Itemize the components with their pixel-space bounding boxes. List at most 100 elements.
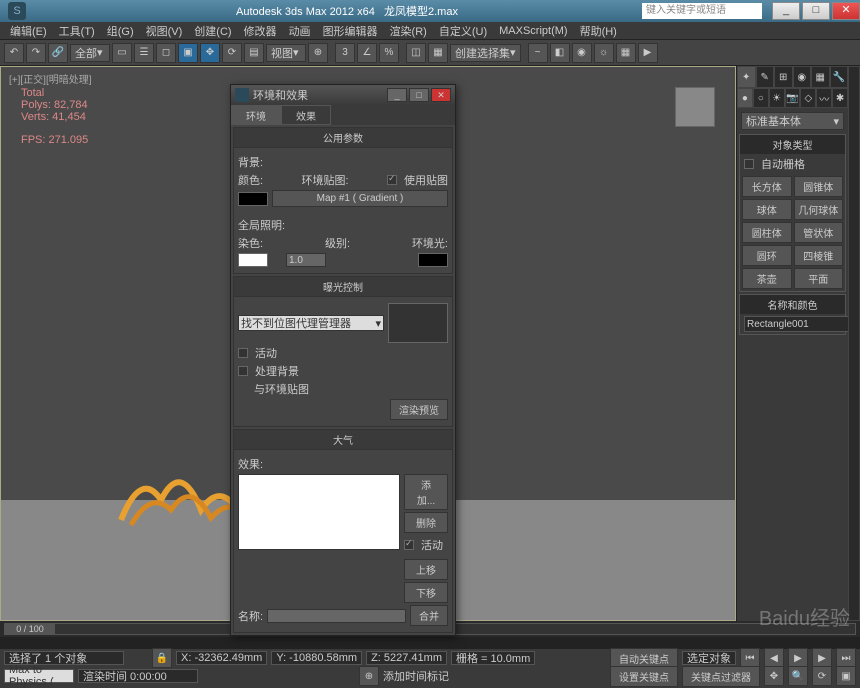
envmap-button[interactable]: Map #1 ( Gradient ) bbox=[272, 190, 448, 207]
geometry-icon[interactable]: ● bbox=[737, 88, 753, 108]
mirror-icon[interactable]: ◫ bbox=[406, 43, 426, 63]
helpers-icon[interactable]: ◇ bbox=[800, 88, 816, 108]
menu-group[interactable]: 组(G) bbox=[101, 23, 140, 39]
autogrid-checkbox[interactable] bbox=[744, 159, 754, 169]
select-scale-icon[interactable]: ▤ bbox=[244, 43, 264, 63]
envlight-color-swatch[interactable] bbox=[418, 253, 448, 267]
exposure-active-checkbox[interactable] bbox=[238, 348, 248, 358]
effects-tab[interactable]: 效果 bbox=[281, 105, 331, 125]
merge-button[interactable]: 合并 bbox=[410, 605, 448, 626]
timetag-label[interactable]: 添加时间标记 bbox=[383, 668, 449, 684]
box-button[interactable]: 长方体 bbox=[742, 176, 792, 197]
exposure-header[interactable]: 曝光控制 bbox=[234, 277, 452, 297]
curve-editor-icon[interactable]: ~ bbox=[528, 43, 548, 63]
close-button[interactable]: ✕ bbox=[832, 2, 860, 20]
select-icon[interactable]: ▭ bbox=[112, 43, 132, 63]
play-next-icon[interactable]: ▶ bbox=[812, 648, 832, 668]
dialog-minimize-button[interactable]: _ bbox=[387, 88, 407, 102]
select-rect-icon[interactable]: ◻ bbox=[156, 43, 176, 63]
render-setup-icon[interactable]: ☼ bbox=[594, 43, 614, 63]
menu-render[interactable]: 渲染(R) bbox=[384, 23, 433, 39]
selection-filter-dropdown[interactable]: 全部 ▾ bbox=[70, 44, 110, 62]
plane-button[interactable]: 平面 bbox=[794, 268, 844, 289]
motion-tab-icon[interactable]: ◉ bbox=[793, 66, 812, 88]
maximize-button[interactable]: □ bbox=[802, 2, 830, 20]
systems-icon[interactable]: ✱ bbox=[832, 88, 848, 108]
render-production-icon[interactable]: ▶ bbox=[638, 43, 658, 63]
pyramid-button[interactable]: 四棱锥 bbox=[794, 245, 844, 266]
selected-obj-mode[interactable]: 选定对象 bbox=[682, 651, 736, 665]
coord-x[interactable]: X: -32362.49mm bbox=[176, 651, 267, 665]
select-rotate-icon[interactable]: ⟳ bbox=[222, 43, 242, 63]
align-icon[interactable]: ▦ bbox=[428, 43, 448, 63]
coord-z[interactable]: Z: 5227.41mm bbox=[366, 651, 447, 665]
menu-animation[interactable]: 动画 bbox=[283, 23, 317, 39]
bg-color-swatch[interactable] bbox=[238, 192, 268, 206]
menu-maxscript[interactable]: MAXScript(M) bbox=[493, 25, 573, 37]
menu-modifiers[interactable]: 修改器 bbox=[238, 23, 283, 39]
atmos-active-checkbox[interactable] bbox=[404, 540, 414, 550]
tube-button[interactable]: 管状体 bbox=[794, 222, 844, 243]
window-crossing-icon[interactable]: ▣ bbox=[178, 43, 198, 63]
display-tab-icon[interactable]: ▦ bbox=[811, 66, 830, 88]
snap-icon[interactable]: 3 bbox=[335, 43, 355, 63]
geosphere-button[interactable]: 几何球体 bbox=[794, 199, 844, 220]
render-preview-button[interactable]: 渲染预览 bbox=[390, 399, 448, 420]
utilities-tab-icon[interactable]: 🔧 bbox=[830, 66, 849, 88]
help-search-input[interactable]: 键入关键字或短语 bbox=[642, 3, 762, 19]
nav-max-icon[interactable]: ▣ bbox=[836, 666, 856, 686]
tint-color-swatch[interactable] bbox=[238, 253, 268, 267]
cmdpanel-scrollbar[interactable] bbox=[848, 66, 860, 621]
atmos-name-input[interactable] bbox=[267, 609, 406, 623]
atmos-header[interactable]: 大气 bbox=[234, 430, 452, 450]
sphere-button[interactable]: 球体 bbox=[742, 199, 792, 220]
torus-button[interactable]: 圆环 bbox=[742, 245, 792, 266]
refcoord-dropdown[interactable]: 视图 ▾ bbox=[266, 44, 306, 62]
delete-effect-button[interactable]: 删除 bbox=[404, 512, 448, 533]
setkey-button[interactable]: 设置关键点 bbox=[610, 666, 678, 687]
object-name-input[interactable] bbox=[744, 316, 860, 332]
material-editor-icon[interactable]: ◉ bbox=[572, 43, 592, 63]
play-prev-icon[interactable]: ◀ bbox=[764, 648, 784, 668]
keyfilter-button[interactable]: 关键点过滤器 bbox=[682, 666, 760, 687]
nav-orbit-icon[interactable]: ⟳ bbox=[812, 666, 832, 686]
hierarchy-tab-icon[interactable]: ⊞ bbox=[774, 66, 793, 88]
menu-create[interactable]: 创建(C) bbox=[188, 23, 237, 39]
viewport-label[interactable]: [+][正交][明暗处理] bbox=[9, 71, 92, 86]
move-up-button[interactable]: 上移 bbox=[404, 559, 448, 580]
play-icon[interactable]: ▶ bbox=[788, 648, 808, 668]
play-end-icon[interactable]: ⏭ bbox=[836, 648, 856, 668]
lights-icon[interactable]: ☀ bbox=[769, 88, 785, 108]
add-effect-button[interactable]: 添加... bbox=[404, 474, 448, 510]
menu-customize[interactable]: 自定义(U) bbox=[433, 23, 493, 39]
level-input[interactable] bbox=[286, 253, 326, 267]
minimize-button[interactable]: _ bbox=[772, 2, 800, 20]
link-icon[interactable]: 🔗 bbox=[48, 43, 68, 63]
coord-y[interactable]: Y: -10880.58mm bbox=[271, 651, 362, 665]
cone-button[interactable]: 圆锥体 bbox=[794, 176, 844, 197]
object-type-header[interactable]: 对象类型 bbox=[740, 135, 845, 154]
percent-snap-icon[interactable]: % bbox=[379, 43, 399, 63]
schematic-icon[interactable]: ◧ bbox=[550, 43, 570, 63]
common-params-header[interactable]: 公用参数 bbox=[234, 128, 452, 148]
move-down-button[interactable]: 下移 bbox=[404, 582, 448, 603]
named-selection-dropdown[interactable]: 创建选择集 ▾ bbox=[450, 44, 521, 62]
select-move-icon[interactable]: ✥ bbox=[200, 43, 220, 63]
menu-edit[interactable]: 编辑(E) bbox=[4, 23, 53, 39]
menu-view[interactable]: 视图(V) bbox=[140, 23, 189, 39]
usemap-checkbox[interactable] bbox=[387, 175, 397, 185]
menu-tools[interactable]: 工具(T) bbox=[53, 23, 101, 39]
menu-graph[interactable]: 图形编辑器 bbox=[317, 23, 384, 39]
create-tab-icon[interactable]: ✦ bbox=[737, 66, 756, 88]
render-frame-icon[interactable]: ▦ bbox=[616, 43, 636, 63]
process-bg-checkbox[interactable] bbox=[238, 366, 248, 376]
angle-snap-icon[interactable]: ∠ bbox=[357, 43, 377, 63]
dialog-maximize-button[interactable]: □ bbox=[409, 88, 429, 102]
nav-pan-icon[interactable]: ✥ bbox=[764, 666, 784, 686]
name-color-header[interactable]: 名称和颜色 bbox=[740, 295, 845, 314]
cylinder-button[interactable]: 圆柱体 bbox=[742, 222, 792, 243]
time-handle[interactable]: 0 / 100 bbox=[5, 624, 55, 634]
viewcube[interactable] bbox=[675, 87, 715, 127]
track-bar[interactable] bbox=[0, 637, 860, 649]
menu-help[interactable]: 帮助(H) bbox=[574, 23, 623, 39]
